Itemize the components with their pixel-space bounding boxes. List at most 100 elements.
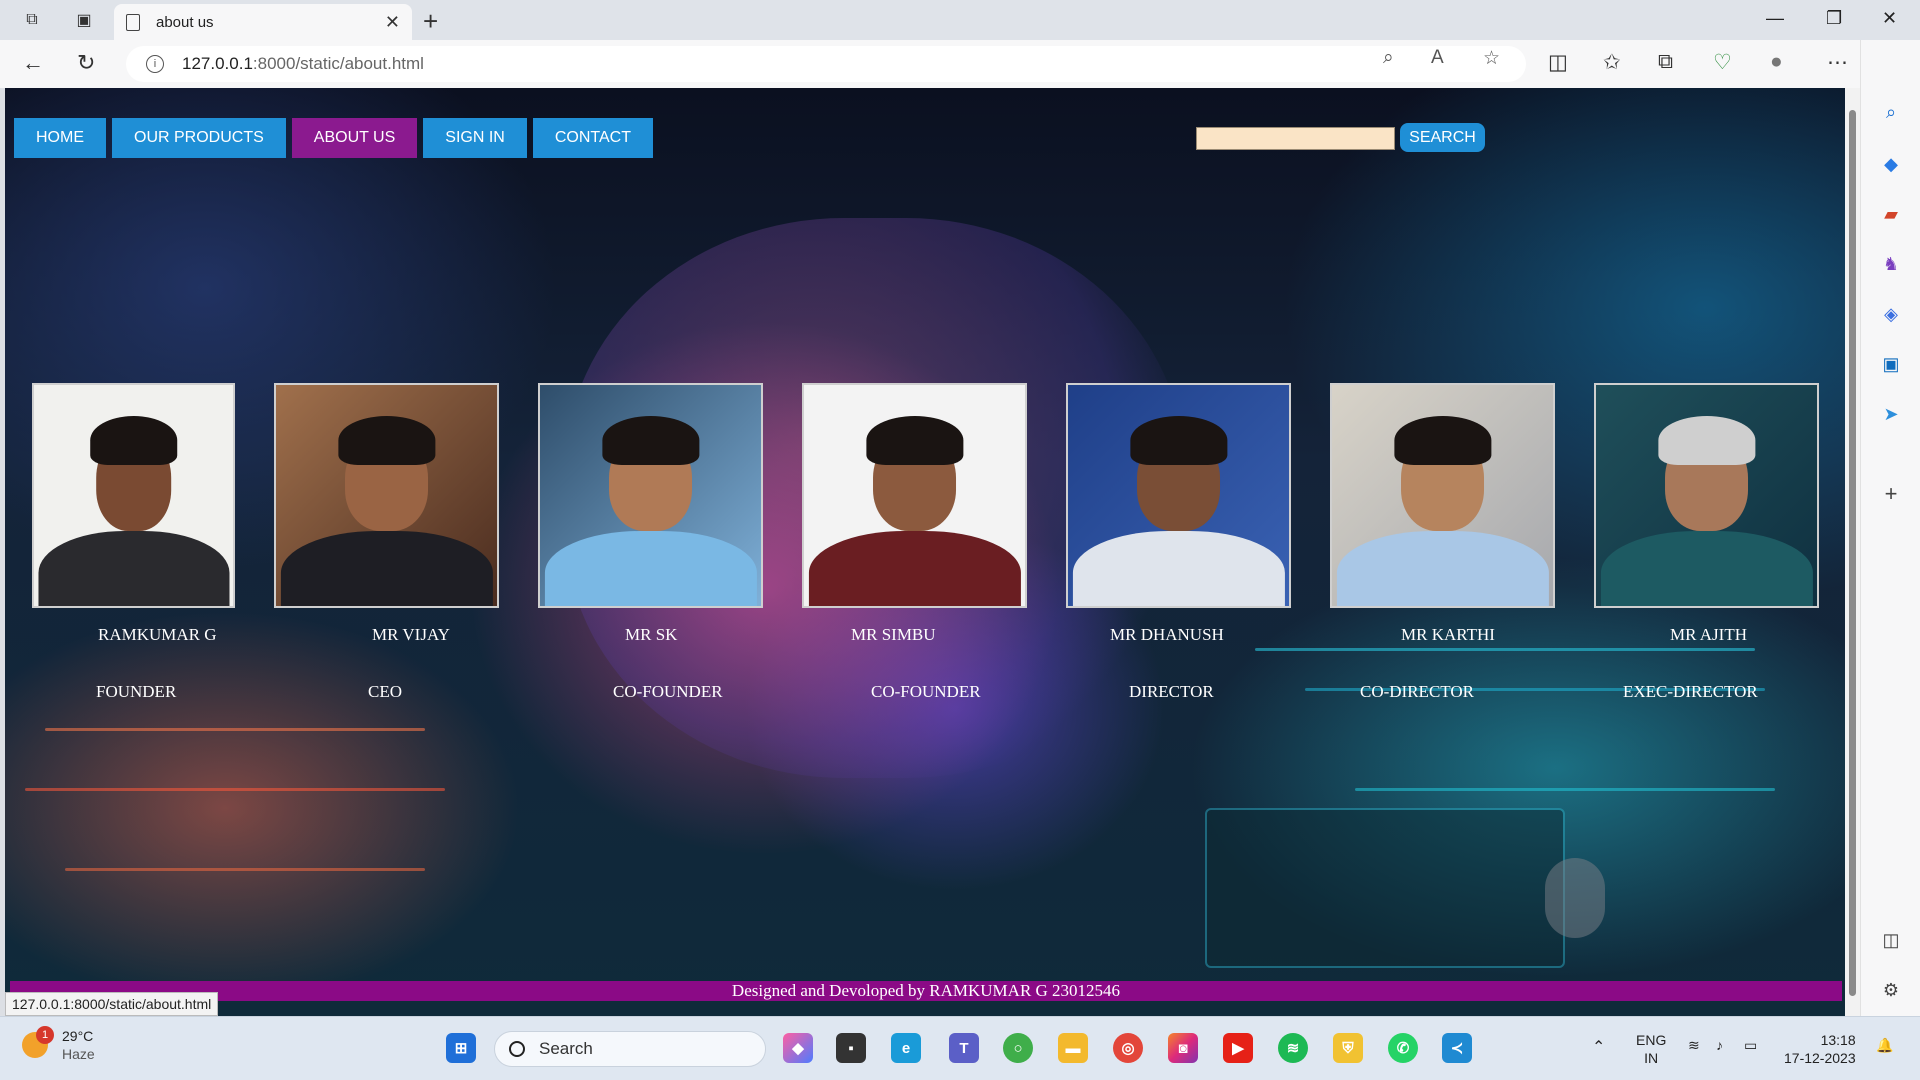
member-role: EXEC-DIRECTOR <box>1623 682 1758 701</box>
close-tab-icon[interactable]: ✕ <box>385 12 400 33</box>
instagram-icon[interactable]: ◙ <box>1168 1033 1198 1063</box>
games-icon[interactable]: ♞ <box>1879 252 1903 276</box>
scroll-thumb[interactable] <box>1849 110 1856 996</box>
team-member-card <box>1330 383 1555 608</box>
member-name: MR VIJAY <box>372 625 450 644</box>
page-viewport: HOME OUR PRODUCTS ABOUT US SIGN IN CONTA… <box>5 88 1845 1016</box>
member-name: MR SK <box>625 625 678 644</box>
member-role: DIRECTOR <box>1129 682 1214 701</box>
close-window-icon[interactable]: ✕ <box>1882 8 1897 29</box>
tools-icon[interactable]: ▰ <box>1879 202 1903 226</box>
restore-icon[interactable]: ❐ <box>1826 8 1842 29</box>
zoom-icon[interactable]: ⌕ <box>1383 47 1394 69</box>
add-icon[interactable]: + <box>1879 481 1903 506</box>
page-icon <box>126 13 140 31</box>
new-tab-icon[interactable]: + <box>423 6 438 37</box>
volume-icon[interactable]: ♪ <box>1716 1037 1723 1053</box>
show-hidden-icons[interactable]: ⌃ <box>1592 1037 1605 1057</box>
search-input[interactable] <box>1196 127 1395 150</box>
team-member-card <box>32 383 235 608</box>
circuit-trace <box>1355 788 1775 791</box>
search-button[interactable]: SEARCH <box>1400 123 1485 152</box>
security-shield-icon[interactable]: ⛨ <box>1333 1033 1363 1063</box>
nav-about-us[interactable]: ABOUT US <box>291 118 418 158</box>
member-photo <box>538 383 763 608</box>
favorites-icon[interactable]: ✩ <box>1603 50 1621 75</box>
drop-icon[interactable]: ➤ <box>1879 402 1903 426</box>
collections-icon[interactable]: ⧉ <box>1658 50 1673 74</box>
start-icon[interactable]: ⊞ <box>446 1033 476 1063</box>
circuit-trace <box>25 788 445 791</box>
edge-icon[interactable]: e <box>891 1033 921 1063</box>
status-bar-url: 127.0.0.1:8000/static/about.html <box>5 992 219 1016</box>
back-icon[interactable]: ← <box>22 50 44 76</box>
weather-icon: 1 <box>22 1026 54 1058</box>
tab-actions-icon[interactable]: ▣ <box>72 8 96 32</box>
profile-icon[interactable]: ● <box>1770 50 1783 74</box>
shopping-icon[interactable]: ◆ <box>1879 152 1903 176</box>
nav-our-products[interactable]: OUR PRODUCTS <box>112 118 286 158</box>
circuit-trace <box>1255 648 1755 651</box>
member-name: MR DHANUSH <box>1110 625 1224 644</box>
battery-icon[interactable]: ▭ <box>1744 1037 1757 1054</box>
workspaces-icon[interactable]: ⧉ <box>20 8 44 32</box>
member-photo <box>274 383 499 608</box>
minimize-icon[interactable]: — <box>1766 8 1784 29</box>
member-role: FOUNDER <box>96 682 177 701</box>
url-text: 127.0.0.1:8000/static/about.html <box>182 54 424 73</box>
youtube-icon[interactable]: ▶ <box>1223 1033 1253 1063</box>
task-view-icon[interactable]: ▪ <box>836 1033 866 1063</box>
spotify-icon[interactable]: ≋ <box>1278 1033 1308 1063</box>
office-icon[interactable]: ◈ <box>1879 302 1903 326</box>
chrome-icon[interactable]: ◎ <box>1113 1033 1143 1063</box>
settings-gear-icon[interactable]: ⚙ <box>1879 978 1903 1002</box>
tab-about-us[interactable]: about us ✕ <box>114 4 412 40</box>
nav-contact[interactable]: CONTACT <box>532 118 653 158</box>
member-name: RAMKUMAR G <box>98 625 217 644</box>
nav-home[interactable]: HOME <box>14 118 106 158</box>
taskbar-search-label: Search <box>539 1039 593 1058</box>
nav-sign-in[interactable]: SIGN IN <box>423 118 527 158</box>
file-explorer-icon[interactable]: ▬ <box>1058 1033 1088 1063</box>
member-photo <box>1594 383 1819 608</box>
member-role: CO-FOUNDER <box>871 682 981 701</box>
wifi-icon[interactable]: ≋ <box>1688 1037 1700 1054</box>
split-screen-icon[interactable]: ◫ <box>1548 50 1568 75</box>
member-role: CO-DIRECTOR <box>1360 682 1474 701</box>
more-menu-icon[interactable]: ⋯ <box>1827 50 1848 75</box>
weather-desc: Haze <box>62 1046 95 1062</box>
whatsapp-icon[interactable]: ✆ <box>1388 1033 1418 1063</box>
teams-icon[interactable]: T <box>949 1033 979 1063</box>
member-name: MR AJITH <box>1670 625 1747 644</box>
member-photo <box>32 383 235 608</box>
search-icon <box>509 1041 525 1057</box>
member-role: CO-FOUNDER <box>613 682 723 701</box>
copilot-preview-icon[interactable]: ◆ <box>783 1033 813 1063</box>
read-aloud-icon[interactable]: A <box>1431 47 1444 69</box>
browser-essentials-icon[interactable]: ♡ <box>1713 50 1732 75</box>
member-name: MR SIMBU <box>851 625 936 644</box>
vscode-icon[interactable]: ≺ <box>1442 1033 1472 1063</box>
notification-bell-icon[interactable]: 🔔 <box>1876 1037 1893 1054</box>
site-info-icon[interactable]: i <box>146 55 164 73</box>
team-member-card <box>538 383 763 608</box>
team-member-card <box>1594 383 1819 608</box>
member-role: CEO <box>368 682 402 701</box>
browser-toolbar: ← ↻ i 127.0.0.1:8000/static/about.html ⌕… <box>0 40 1920 88</box>
tab-title: about us <box>156 13 214 31</box>
member-photo <box>802 383 1027 608</box>
outlook-icon[interactable]: ▣ <box>1879 352 1903 376</box>
address-bar[interactable]: i 127.0.0.1:8000/static/about.html <box>126 46 1526 82</box>
app-circle-icon[interactable]: ○ <box>1003 1033 1033 1063</box>
language-indicator[interactable]: ENG IN <box>1636 1031 1666 1067</box>
edge-sidebar: ⌕ ◆ ▰ ♞ ◈ ▣ ➤ + ◫ ⚙ <box>1860 40 1920 1016</box>
favorite-star-icon[interactable]: ☆ <box>1483 47 1500 70</box>
page-scrollbar[interactable] <box>1845 88 1860 1016</box>
taskbar-search[interactable]: Search <box>494 1031 766 1067</box>
search-icon[interactable]: ⌕ <box>1879 100 1903 124</box>
refresh-icon[interactable]: ↻ <box>77 50 95 76</box>
weather-widget[interactable]: 1 29°C Haze <box>22 1026 95 1063</box>
sidebar-toggle-icon[interactable]: ◫ <box>1879 928 1903 952</box>
team-member-card <box>802 383 1027 608</box>
clock[interactable]: 13:18 17-12-2023 <box>1784 1031 1856 1067</box>
